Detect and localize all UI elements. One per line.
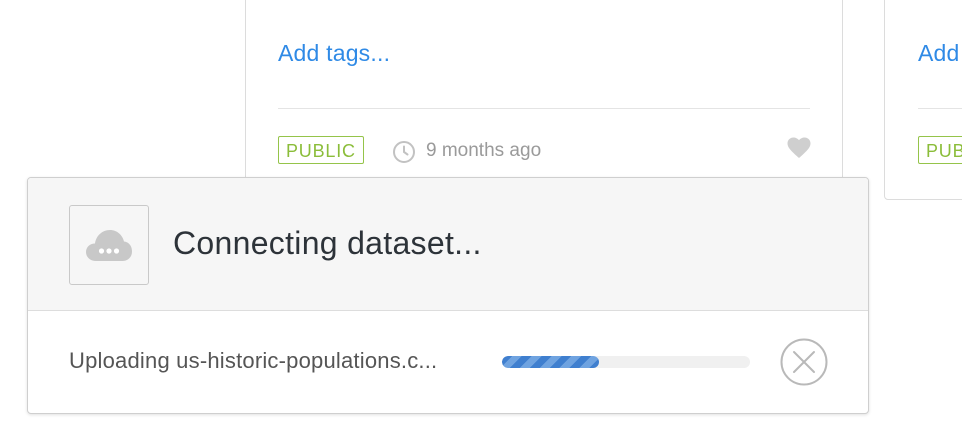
modal-title: Connecting dataset... [173,225,482,261]
cancel-upload-button[interactable] [780,338,828,386]
modal-header: Connecting dataset... [28,178,868,311]
dataset-thumbnail [69,205,149,285]
heart-icon[interactable] [787,137,811,159]
cloud-icon [86,230,132,261]
updated-time: 9 months ago [426,140,542,161]
dataset-card-partial: Add PUB [884,0,962,200]
upload-status-text: Uploading us-historic-populations.c... [69,348,438,373]
upload-modal: Connecting dataset... Uploading us-histo… [27,177,869,414]
public-badge: PUBLIC [278,136,364,164]
upload-progress-bar [502,356,750,368]
card-divider [278,108,810,109]
clock-icon [393,141,415,163]
upload-progress-fill [502,356,599,368]
add-tags-link[interactable]: Add tags... [278,40,390,67]
card-divider [918,108,962,109]
add-tags-link[interactable]: Add [918,40,960,67]
public-badge: PUB [918,136,962,164]
